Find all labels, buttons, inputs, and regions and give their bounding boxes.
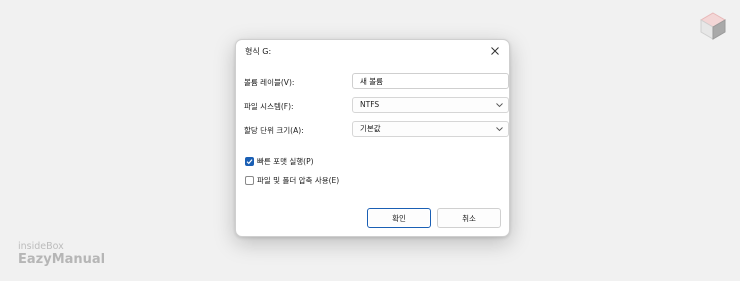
compression-label: 파일 및 폴더 압축 사용(E)	[257, 175, 340, 185]
volume-label-input[interactable]	[352, 73, 509, 89]
dialog-titlebar: 형식 G:	[236, 40, 509, 62]
compression-checkbox[interactable]: 파일 및 폴더 압축 사용(E)	[245, 174, 339, 186]
cube-logo-icon	[698, 11, 728, 41]
file-system-label: 파일 시스템(F):	[244, 102, 294, 111]
ok-button[interactable]: 확인	[367, 208, 431, 228]
quick-format-checkbox[interactable]: 빠른 포맷 실행(P)	[245, 155, 314, 167]
quick-format-box[interactable]	[245, 156, 254, 166]
format-dialog: 형식 G: 볼륨 레이블(V): 파일 시스템(F): NTFS 할당 단위 크…	[235, 39, 510, 237]
watermark-bottom-line1: insideBox	[18, 241, 64, 252]
chevron-down-icon	[496, 103, 503, 108]
file-system-select[interactable]: NTFS	[352, 97, 509, 113]
quick-format-label: 빠른 포맷 실행(P)	[257, 156, 314, 166]
volume-label-row: 볼륨 레이블(V):	[244, 73, 509, 89]
allocation-unit-row: 할당 단위 크기(A): 기본값	[244, 121, 509, 137]
file-system-value: NTFS	[360, 100, 380, 109]
close-button[interactable]	[487, 43, 503, 59]
dialog-title: 형식 G:	[245, 47, 272, 56]
allocation-unit-value: 기본값	[360, 124, 381, 133]
compression-box[interactable]	[245, 175, 254, 185]
allocation-unit-select[interactable]: 기본값	[352, 121, 509, 137]
chevron-down-icon	[496, 127, 503, 132]
volume-label-label: 볼륨 레이블(V):	[244, 78, 295, 87]
allocation-unit-label: 할당 단위 크기(A):	[244, 126, 304, 135]
cancel-button[interactable]: 취소	[437, 208, 501, 228]
watermark-bottom-line2: EazyManual	[18, 252, 106, 267]
checkmark-icon	[246, 158, 253, 164]
file-system-row: 파일 시스템(F): NTFS	[244, 97, 509, 113]
close-icon	[491, 47, 499, 55]
